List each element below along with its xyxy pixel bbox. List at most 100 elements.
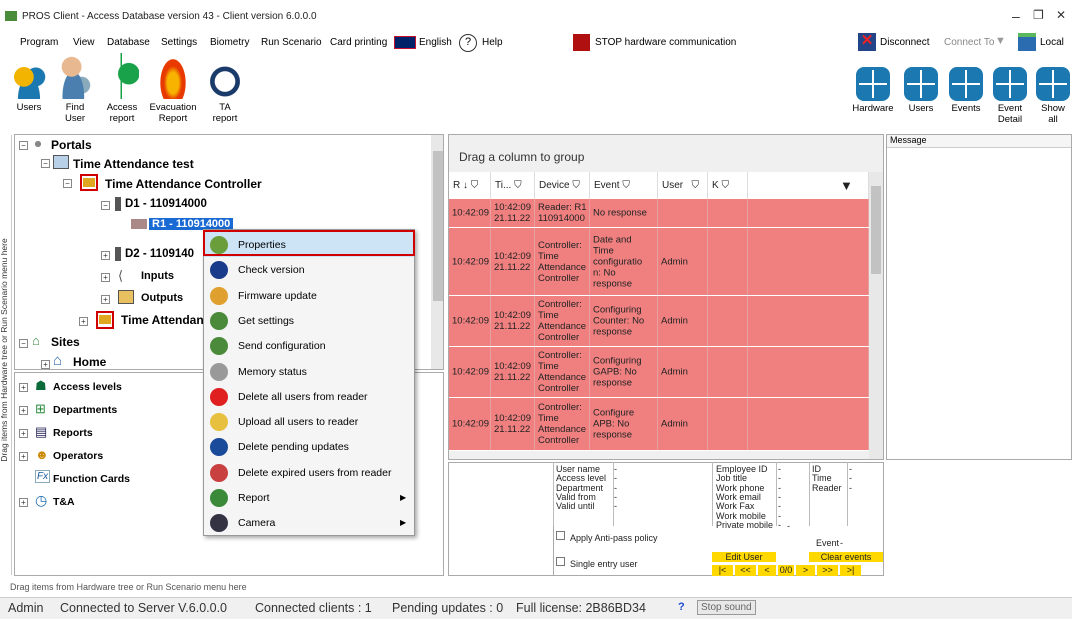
- menu-run-scenario[interactable]: Run Scenario: [261, 37, 322, 48]
- col-header-k[interactable]: K ⛉: [708, 172, 748, 199]
- menu-settings[interactable]: Settings: [161, 37, 197, 48]
- menu-item-get-settings[interactable]: Get settings: [204, 308, 414, 333]
- apply-apb-checkbox[interactable]: [556, 531, 565, 540]
- page-counter[interactable]: 0/0: [778, 565, 794, 576]
- find-user-label: Find User: [64, 102, 86, 124]
- tree-d1[interactable]: D1 - 110914000: [125, 198, 207, 210]
- tree-reports[interactable]: Reports: [53, 427, 93, 439]
- collapse-portals[interactable]: −: [19, 141, 28, 150]
- expand-access-levels[interactable]: +: [19, 383, 28, 392]
- tree-ta[interactable]: T&A: [53, 496, 75, 508]
- menu-item-check-version[interactable]: Check version: [204, 257, 414, 282]
- expand-inputs[interactable]: +: [101, 273, 110, 282]
- evacuation-report-button[interactable]: Evacuation Report: [148, 53, 198, 124]
- table-row[interactable]: 10:42:09 10:42:09 21.11.22 Controller: Tim…: [449, 228, 869, 296]
- tree-home[interactable]: Home: [73, 355, 106, 369]
- disconnect-button[interactable]: Disconnect: [880, 37, 929, 48]
- collapse-sites[interactable]: −: [19, 339, 28, 348]
- nav-button[interactable]: >>: [817, 565, 838, 576]
- collapse-ta-test[interactable]: −: [41, 159, 50, 168]
- stop-hardware-button[interactable]: STOP hardware communication: [595, 37, 736, 48]
- nav-button[interactable]: |<: [712, 565, 733, 576]
- tree-ta-other[interactable]: Time Attendan: [121, 313, 204, 327]
- tree-scroll-thumb[interactable]: [433, 151, 443, 301]
- menu-item-memory-status[interactable]: Memory status: [204, 359, 414, 384]
- menu-language[interactable]: English: [419, 37, 452, 48]
- expand-home[interactable]: +: [41, 360, 50, 369]
- help-link[interactable]: ?: [678, 601, 685, 613]
- menu-program[interactable]: Program: [20, 37, 58, 48]
- tree-portals[interactable]: Portals: [51, 138, 92, 152]
- event-detail-view-button[interactable]: Event Detail: [991, 67, 1029, 125]
- tree-inputs[interactable]: Inputs: [141, 270, 174, 282]
- col-header-time[interactable]: Ti... ⛉: [491, 172, 535, 199]
- expand-ta[interactable]: +: [19, 498, 28, 507]
- tree-d2[interactable]: D2 - 1109140: [125, 248, 194, 260]
- maximize-button[interactable]: ❐: [1033, 8, 1044, 22]
- edit-user-button[interactable]: Edit User: [712, 552, 776, 562]
- close-button[interactable]: ✕: [1056, 8, 1066, 22]
- ta-report-button[interactable]: TA report: [208, 53, 242, 124]
- menu-help[interactable]: Help: [482, 37, 503, 48]
- table-row[interactable]: 10:42:09 10:42:09 21.11.22 Controller: Tim…: [449, 347, 869, 398]
- menu-card-printing[interactable]: Card printing: [330, 37, 387, 48]
- menu-database[interactable]: Database: [107, 37, 150, 48]
- clear-events-button[interactable]: Clear events: [809, 552, 883, 562]
- col-header-camera[interactable]: ▼: [748, 172, 869, 199]
- col-header-r[interactable]: R ↓ ⛉: [449, 172, 491, 199]
- expand-reports[interactable]: +: [19, 429, 28, 438]
- cell-text: Admin: [661, 256, 688, 267]
- tree-function-cards[interactable]: Function Cards: [53, 473, 130, 485]
- menu-item-send-configuration[interactable]: Send configuration: [204, 333, 414, 358]
- tree-access-levels[interactable]: Access levels: [53, 381, 122, 393]
- cell-text: Admin: [661, 418, 688, 430]
- menu-item-report[interactable]: Report ▶: [204, 485, 414, 510]
- expand-ta-other[interactable]: +: [79, 317, 88, 326]
- col-header-event[interactable]: Event ⛉: [590, 172, 658, 199]
- access-report-button[interactable]: Access report: [104, 53, 140, 124]
- expand-operators[interactable]: +: [19, 452, 28, 461]
- group-by-area[interactable]: Drag a column to group: [459, 150, 584, 164]
- expand-departments[interactable]: +: [19, 406, 28, 415]
- grid-scroll-thumb[interactable]: [871, 186, 881, 274]
- collapse-ta-controller[interactable]: −: [63, 179, 72, 188]
- nav-button[interactable]: <<: [735, 565, 756, 576]
- minimize-button[interactable]: –: [1012, 8, 1020, 24]
- menu-view[interactable]: View: [73, 37, 95, 48]
- tree-sites[interactable]: Sites: [51, 335, 80, 349]
- expand-d2[interactable]: +: [101, 251, 110, 260]
- col-header-device[interactable]: Device ⛉: [535, 172, 590, 199]
- menu-item-delete-all-users-from-reader[interactable]: Delete all users from reader: [204, 384, 414, 409]
- tree-outputs[interactable]: Outputs: [141, 292, 183, 304]
- users-view-button[interactable]: Users: [902, 67, 940, 114]
- menu-item-delete-expired-users-from-reader[interactable]: Delete expired users from reader: [204, 460, 414, 485]
- collapse-d1[interactable]: −: [101, 201, 110, 210]
- users-button[interactable]: Users: [12, 65, 46, 113]
- vertical-drag-area[interactable]: Drag items from Hardware tree or Run Sce…: [0, 135, 12, 575]
- table-row[interactable]: 10:42:09 10:42:09 21.11.22 Controller: Tim…: [449, 398, 869, 451]
- single-entry-checkbox[interactable]: [556, 557, 565, 566]
- local-button[interactable]: Local: [1040, 37, 1064, 48]
- stop-sound-button[interactable]: Stop sound: [697, 600, 756, 615]
- tree-operators[interactable]: Operators: [53, 450, 103, 462]
- tree-ta-controller[interactable]: Time Attendance Controller: [105, 177, 262, 191]
- nav-button[interactable]: >: [796, 565, 815, 576]
- menu-item-upload-all-users-to-reader[interactable]: Upload all users to reader: [204, 409, 414, 434]
- show-all-view-button[interactable]: Show all: [1034, 67, 1072, 125]
- menu-item-camera[interactable]: Camera ▶: [204, 510, 414, 535]
- menu-item-firmware-update[interactable]: Firmware update: [204, 283, 414, 308]
- table-row[interactable]: 10:42:09 10:42:09 21.11.22 Reader: R1 - 11…: [449, 199, 869, 228]
- find-user-button[interactable]: Find User: [58, 53, 92, 124]
- events-view-button[interactable]: Events: [947, 67, 985, 114]
- hardware-view-button[interactable]: Hardware: [852, 67, 894, 114]
- table-row[interactable]: 10:42:09 10:42:09 21.11.22 Controller: Tim…: [449, 296, 869, 347]
- nav-button[interactable]: >|: [840, 565, 861, 576]
- tree-ta-test[interactable]: Time Attendance test: [73, 157, 194, 171]
- nav-button[interactable]: <: [758, 565, 776, 576]
- connect-to-button[interactable]: Connect To: [944, 37, 994, 48]
- tree-departments[interactable]: Departments: [53, 404, 117, 416]
- menu-biometry[interactable]: Biometry: [210, 37, 249, 48]
- col-header-user[interactable]: User ⛉: [658, 172, 708, 199]
- expand-outputs[interactable]: +: [101, 295, 110, 304]
- menu-item-delete-pending-updates[interactable]: Delete pending updates: [204, 434, 414, 459]
